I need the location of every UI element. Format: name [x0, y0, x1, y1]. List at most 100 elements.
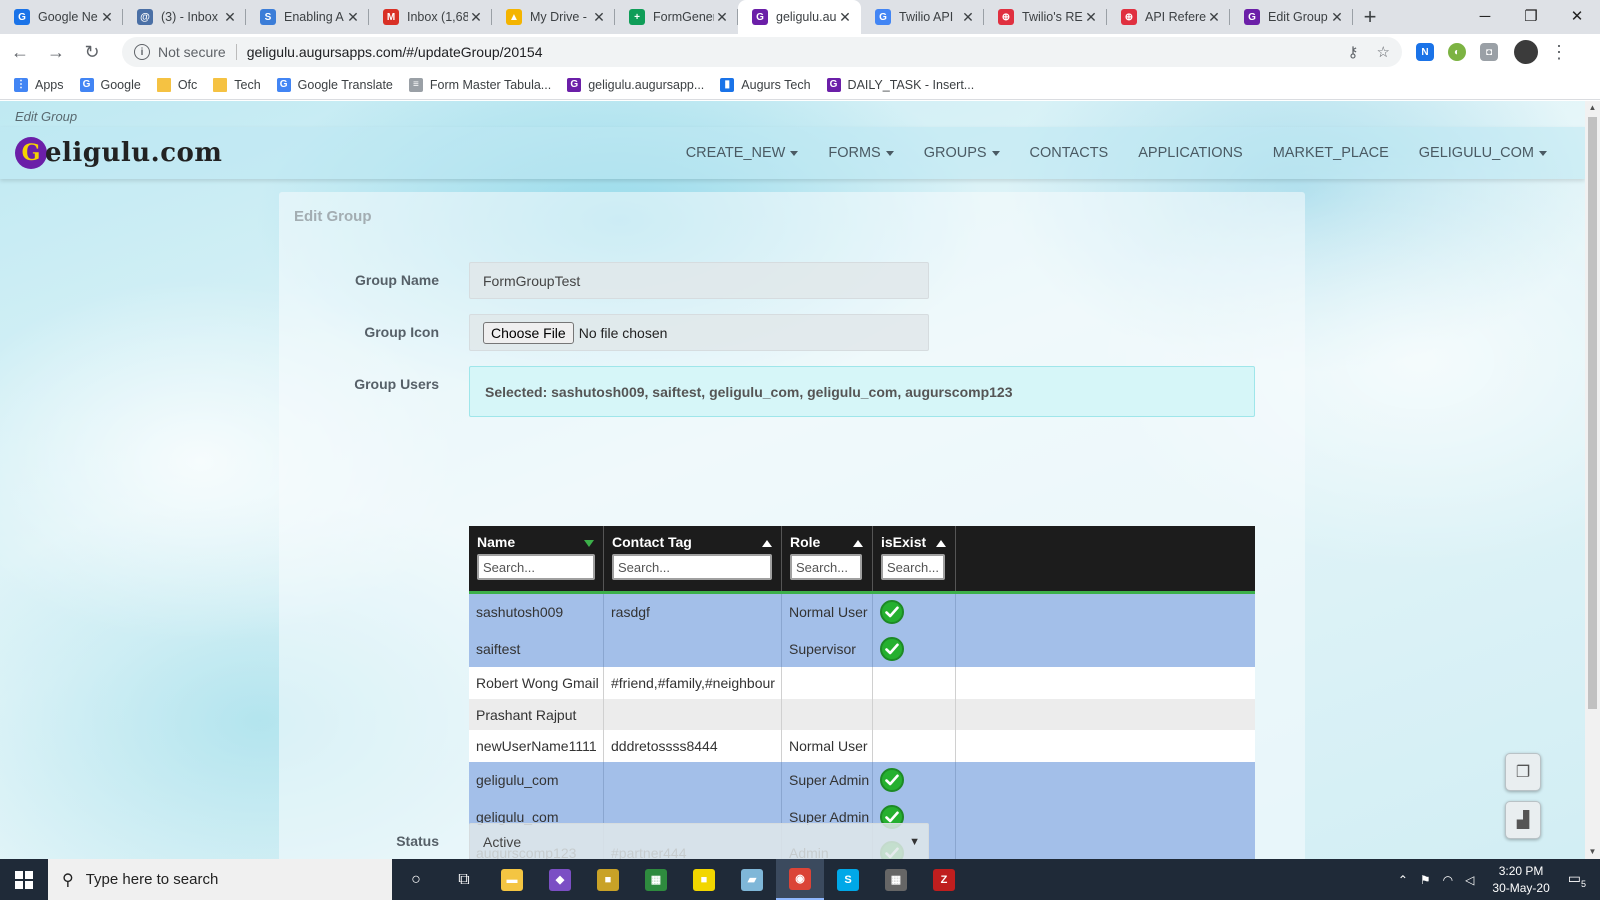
browser-tab[interactable]: G Google Ne ✕ — [0, 0, 123, 34]
sort-asc-icon[interactable] — [853, 540, 863, 547]
notifications-icon[interactable]: ▭5 — [1568, 870, 1586, 889]
browser-tab[interactable]: M Inbox (1,68 ✕ — [369, 0, 492, 34]
sort-asc-icon[interactable] — [762, 540, 772, 547]
browser-tab[interactable]: + FormGener ✕ — [615, 0, 738, 34]
close-tab-icon[interactable]: ✕ — [1083, 9, 1099, 26]
tray-up-icon[interactable]: ⌃ — [1398, 873, 1408, 887]
close-tab-icon[interactable]: ✕ — [837, 9, 853, 26]
key-icon[interactable]: ⚷ — [1348, 43, 1359, 61]
close-tab-icon[interactable]: ✕ — [1206, 9, 1222, 26]
nav-item-forms[interactable]: FORMS — [828, 145, 894, 161]
start-button[interactable] — [0, 859, 48, 900]
sticky-notes-icon[interactable]: ■ — [680, 859, 728, 900]
column-header[interactable]: Role — [782, 526, 873, 591]
reload-icon[interactable]: ↻ — [76, 36, 108, 68]
back-icon[interactable]: ← — [4, 36, 36, 68]
new-tab-button[interactable]: + — [1353, 0, 1387, 34]
close-tab-icon[interactable]: ✕ — [960, 9, 976, 26]
nav-item-groups[interactable]: GROUPS — [924, 145, 1000, 161]
bookmark-item[interactable]: G DAILY_TASK - Insert... — [826, 77, 974, 92]
close-tab-icon[interactable]: ✕ — [591, 9, 607, 26]
camera-icon[interactable]: ◘ — [1480, 43, 1498, 61]
profile-avatar[interactable] — [1514, 40, 1538, 64]
table-row[interactable]: Robert Wong Gmail #friend,#family,#neighb… — [469, 667, 1255, 699]
table-row[interactable]: newUserName1111 dddretossss8444 Normal Use… — [469, 730, 1255, 762]
browser-tab[interactable]: Ggeligulu.au ✕ — [738, 0, 861, 34]
nav-item-contacts[interactable]: CONTACTS — [1030, 145, 1109, 161]
browser-tab[interactable]: S Enabling A ✕ — [246, 0, 369, 34]
browser-tab[interactable]: ⊕ API Referen✕ — [1107, 0, 1230, 34]
volume-icon[interactable]: ◁ — [1465, 873, 1474, 887]
info-icon[interactable]: i — [134, 44, 150, 60]
minimize-button[interactable]: ─ — [1462, 0, 1508, 32]
choose-file-button[interactable]: Choose File — [483, 321, 574, 344]
scroll-thumb[interactable] — [1588, 117, 1597, 709]
bookmark-item[interactable]: ≡ Form Master Tabula... — [408, 77, 551, 92]
sort-desc-icon[interactable] — [584, 540, 594, 547]
browser-tab[interactable]: ▲ My Drive - ✕ — [492, 0, 615, 34]
bookmark-item[interactable]: G Google Translate — [276, 77, 393, 92]
url-text[interactable]: geligulu.augursapps.com/#/updateGroup/20… — [247, 44, 1330, 60]
scroll-down-icon[interactable]: ▼ — [1585, 845, 1600, 859]
cortana-icon[interactable]: ○ — [392, 859, 440, 900]
column-header[interactable]: Contact Tag — [604, 526, 782, 591]
site-logo[interactable]: G eligulu.com — [15, 137, 222, 169]
wifi-icon[interactable]: ◠ — [1443, 873, 1453, 887]
close-window-button[interactable]: ✕ — [1554, 0, 1600, 32]
taskbar-search[interactable]: ⚲ Type here to search — [48, 859, 392, 900]
skype-icon[interactable]: S — [824, 859, 872, 900]
close-tab-icon[interactable]: ✕ — [714, 9, 730, 26]
column-search-input[interactable] — [477, 554, 595, 580]
excel-icon[interactable]: ▦ — [632, 859, 680, 900]
visual-studio-icon[interactable]: ◆ — [536, 859, 584, 900]
filezilla-icon[interactable]: Z — [920, 859, 968, 900]
copy-float-button[interactable]: ❐ — [1505, 753, 1541, 791]
menu-kebab-icon[interactable]: ⋮ — [1550, 42, 1568, 63]
page-scrollbar[interactable]: ▲ ▼ — [1585, 101, 1600, 859]
scroll-up-icon[interactable]: ▲ — [1585, 101, 1600, 115]
extension-n-icon[interactable]: N — [1416, 43, 1434, 61]
status-select[interactable]: Active ▼ — [469, 823, 929, 859]
calculator-icon[interactable]: ▦ — [872, 859, 920, 900]
task-view-icon[interactable]: ⧉ — [440, 859, 488, 900]
bookmark-item[interactable]: ⋮ Apps — [14, 77, 64, 92]
nav-item-create-new[interactable]: CREATE_NEW — [686, 145, 799, 161]
close-tab-icon[interactable]: ✕ — [1329, 9, 1345, 26]
table-row[interactable]: saiftest Supervisor — [469, 630, 1255, 667]
column-header[interactable]: Name — [469, 526, 604, 591]
bookmark-item[interactable]: Ggeligulu.augursapp... — [567, 77, 704, 92]
bookmark-star-icon[interactable]: ☆ — [1377, 43, 1390, 61]
table-row[interactable]: geligulu_com Super Admin — [469, 762, 1255, 798]
browser-tab[interactable]: @ (3) - Inbox ✕ — [123, 0, 246, 34]
clock[interactable]: 3:20 PM 30-May-20 — [1492, 863, 1549, 897]
bookmark-item[interactable]: G Google — [79, 77, 141, 92]
close-tab-icon[interactable]: ✕ — [222, 9, 238, 26]
forward-icon[interactable]: → — [40, 36, 72, 68]
close-tab-icon[interactable]: ✕ — [468, 9, 484, 26]
chrome-icon[interactable]: ◉ — [776, 859, 824, 900]
app-icon[interactable]: ■ — [584, 859, 632, 900]
column-header[interactable]: isExist — [873, 526, 956, 591]
restore-button[interactable]: ❐ — [1508, 0, 1554, 32]
nav-item-applications[interactable]: APPLICATIONS — [1138, 145, 1242, 161]
bookmark-item[interactable]: Ofc — [156, 77, 197, 92]
table-row[interactable]: Prashant Rajput — [469, 699, 1255, 730]
pen-icon[interactable]: ▰ — [728, 859, 776, 900]
extension-green-icon[interactable]: ◐ — [1448, 43, 1466, 61]
group-name-input[interactable]: FormGroupTest — [469, 262, 929, 299]
close-tab-icon[interactable]: ✕ — [345, 9, 361, 26]
nav-item-geligulu-com[interactable]: GELIGULU_COM — [1419, 145, 1547, 161]
browser-tab[interactable]: G Twilio API ✕ — [861, 0, 984, 34]
browser-tab[interactable]: G Edit Group ✕ — [1230, 0, 1353, 34]
bookmark-item[interactable]: Tech — [213, 77, 261, 92]
browser-tab[interactable]: ⊕ Twilio's RES✕ — [984, 0, 1107, 34]
chat-float-button[interactable]: ▟ — [1505, 801, 1541, 839]
file-explorer-icon[interactable]: ▬ — [488, 859, 536, 900]
column-search-input[interactable] — [612, 554, 772, 580]
sort-asc-icon[interactable] — [936, 540, 946, 547]
column-search-input[interactable] — [790, 554, 862, 580]
table-row[interactable]: sashutosh009 rasdgf Normal User — [469, 594, 1255, 630]
column-search-input[interactable] — [881, 554, 945, 580]
address-bar[interactable]: i Not secure geligulu.augursapps.com/#/u… — [122, 37, 1402, 67]
nav-item-market-place[interactable]: MARKET_PLACE — [1273, 145, 1389, 161]
